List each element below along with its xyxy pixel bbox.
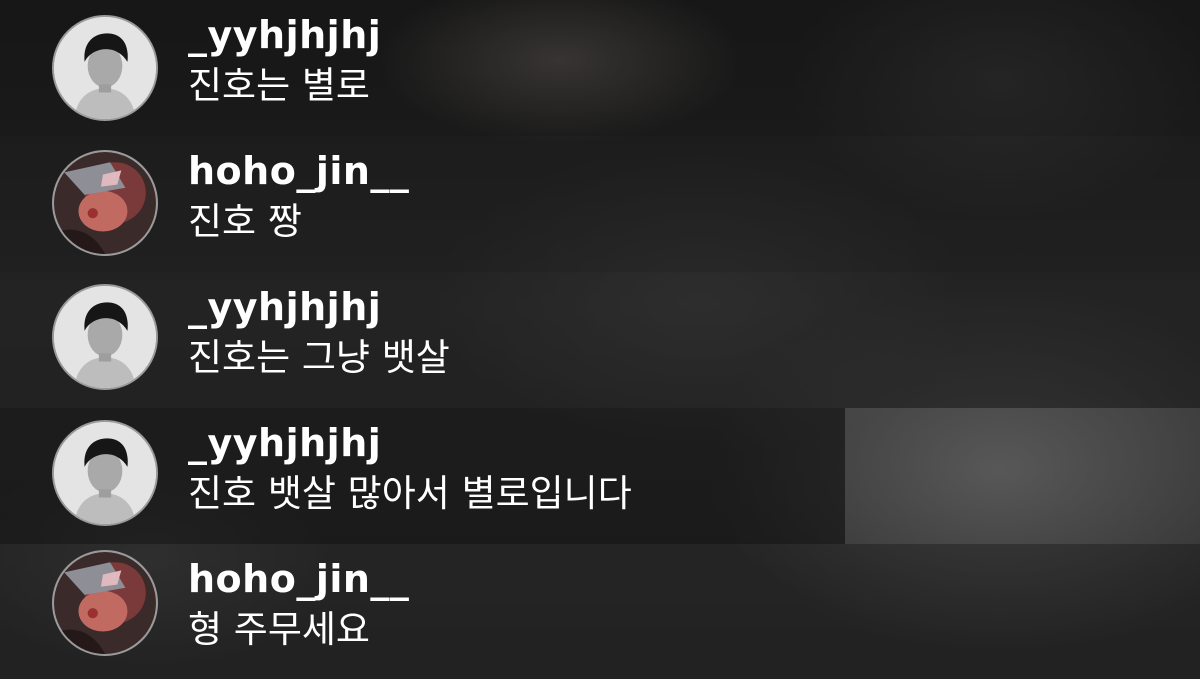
comment-row: hoho_jin__ 형 주무세요: [0, 544, 1200, 679]
comment-message: 형 주무세요: [188, 608, 370, 651]
comment-message: 진호는 그냥 뱃살: [188, 336, 450, 379]
comment-username[interactable]: hoho_jin__: [188, 556, 409, 602]
comment-message: 진호 짱: [188, 200, 302, 243]
bw-profile-avatar[interactable]: [52, 15, 158, 121]
comment-username[interactable]: hoho_jin__: [188, 148, 409, 194]
avatar-image: [54, 422, 156, 524]
comment-row: _yyhjhjhj 진호 뱃살 많아서 별로입니다: [0, 408, 845, 544]
avatar-image: [54, 152, 156, 254]
avatar-image: [54, 17, 156, 119]
bw-profile-avatar[interactable]: [52, 420, 158, 526]
avatar-image: [54, 286, 156, 388]
comment-message: 진호는 별로: [188, 64, 370, 107]
red-profile-avatar[interactable]: [52, 150, 158, 256]
bw-profile-avatar[interactable]: [52, 284, 158, 390]
comment-content: hoho_jin__ 진호 짱: [188, 148, 409, 246]
avatar-image: [54, 552, 156, 654]
comment-row: _yyhjhjhj 진호는 그냥 뱃살: [0, 272, 1200, 408]
comment-row: _yyhjhjhj 진호는 별로: [0, 0, 1200, 136]
comment-username[interactable]: _yyhjhjhj: [188, 420, 632, 466]
comment-content: hoho_jin__ 형 주무세요: [188, 556, 409, 654]
comment-content: _yyhjhjhj 진호 뱃살 많아서 별로입니다: [188, 420, 632, 518]
live-comments-list: _yyhjhjhj 진호는 별로 hoho_jin__ 진호 짱 _yyhjhj…: [0, 0, 1200, 679]
comment-content: _yyhjhjhj 진호는 그냥 뱃살: [188, 284, 450, 382]
comment-username[interactable]: _yyhjhjhj: [188, 284, 450, 330]
comment-username[interactable]: _yyhjhjhj: [188, 12, 381, 58]
comment-content: _yyhjhjhj 진호는 별로: [188, 12, 381, 110]
red-profile-avatar[interactable]: [52, 550, 158, 656]
comment-message: 진호 뱃살 많아서 별로입니다: [188, 472, 632, 515]
comment-row: hoho_jin__ 진호 짱: [0, 136, 1200, 272]
